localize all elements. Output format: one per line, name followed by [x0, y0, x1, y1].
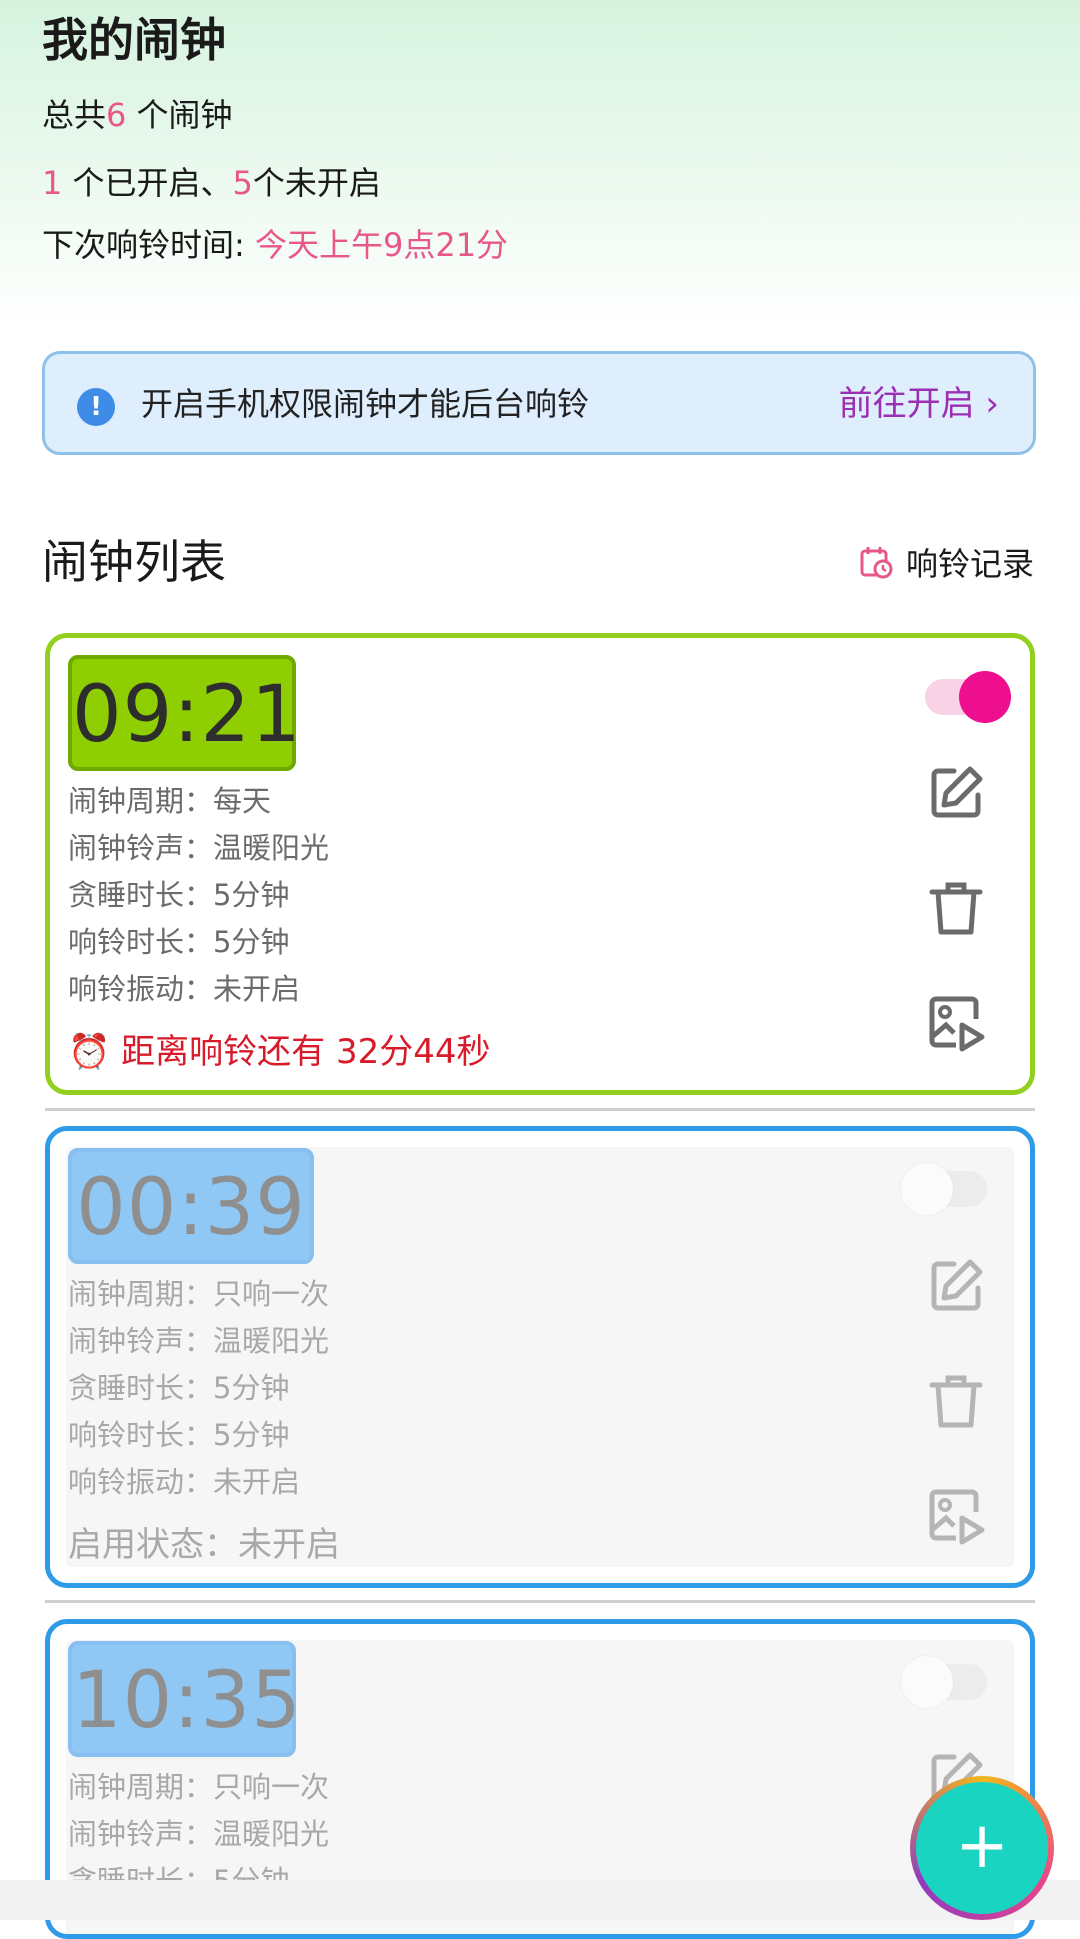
- alarm-vibration: 响铃振动：未开启: [68, 1465, 301, 1499]
- edit-icon[interactable]: [926, 763, 986, 823]
- total-summary: 总共6 个闹钟: [42, 96, 233, 134]
- bottom-edge: [0, 1880, 1080, 1920]
- alarm-countdown: ⏰ 距离响铃还有 32分44秒: [68, 1032, 491, 1072]
- off-count: 5: [232, 164, 253, 202]
- trash-icon[interactable]: [926, 878, 986, 938]
- alarm-time: 00:39: [68, 1148, 314, 1264]
- enabled-summary: 1 个已开启、5个未开启: [42, 164, 381, 202]
- alarm-duration: 响铃时长：5分钟: [68, 1418, 290, 1452]
- card-divider: [45, 1108, 1035, 1111]
- alarm-duration: 响铃时长：5分钟: [68, 925, 290, 959]
- alarm-period: 闹钟周期：只响一次: [68, 1277, 330, 1311]
- alarm-period: 闹钟周期：每天: [68, 784, 272, 818]
- alarm-time: 10:35: [68, 1641, 301, 1757]
- edit-icon[interactable]: [926, 1256, 986, 1316]
- alarm-snooze: 贪睡时长：5分钟: [68, 1371, 290, 1405]
- alarm-clock-icon: ⏰: [68, 1032, 111, 1072]
- alarm-card[interactable]: 09:21 闹钟周期：每天 闹钟铃声：温暖阳光 贪睡时长：5分钟 响铃时长：5分…: [45, 633, 1035, 1095]
- plus-icon: +: [916, 1782, 1048, 1914]
- go-enable-link[interactable]: 前往开启 ›: [839, 380, 999, 428]
- alarm-toggle[interactable]: [901, 1650, 993, 1708]
- ring-history-label: 响铃记录: [906, 545, 1035, 583]
- alarm-card[interactable]: 00:39 闹钟周期：只响一次 闹钟铃声：温暖阳光 贪睡时长：5分钟 响铃时长：…: [45, 1126, 1035, 1588]
- alarm-vibration: 响铃振动：未开启: [68, 972, 301, 1006]
- permission-banner[interactable]: ! 开启手机权限闹钟才能后台响铃 前往开启 ›: [42, 351, 1036, 455]
- alarm-ringtone: 闹钟铃声：温暖阳光: [68, 831, 330, 865]
- image-play-icon[interactable]: [926, 993, 986, 1053]
- card-divider: [45, 1600, 1035, 1603]
- next-ring-time: 今天上午9点21分: [254, 226, 509, 264]
- alarm-state: 启用状态：未开启: [68, 1525, 340, 1565]
- alarm-list-title: 闹钟列表: [42, 535, 226, 589]
- calendar-clock-icon: [860, 547, 893, 579]
- alarm-toggle[interactable]: [901, 1157, 993, 1215]
- page-title: 我的闹钟: [42, 13, 226, 67]
- alarm-time: 09:21: [68, 655, 301, 771]
- exclamation-icon: !: [77, 388, 115, 426]
- next-ring-summary: 下次响铃时间: 今天上午9点21分: [42, 226, 509, 264]
- add-alarm-button[interactable]: +: [910, 1776, 1054, 1920]
- ring-history-button[interactable]: 响铃记录: [858, 538, 1034, 586]
- alarm-ringtone: 闹钟铃声：温暖阳光: [68, 1817, 330, 1851]
- on-count: 1: [42, 164, 63, 202]
- banner-text: 开启手机权限闹钟才能后台响铃: [141, 385, 590, 423]
- trash-icon[interactable]: [926, 1371, 986, 1431]
- total-count: 6: [106, 96, 127, 134]
- alarm-period: 闹钟周期：只响一次: [68, 1770, 330, 1804]
- alarm-toggle[interactable]: [919, 665, 1011, 723]
- alarm-snooze: 贪睡时长：5分钟: [68, 878, 290, 912]
- alarm-ringtone: 闹钟铃声：温暖阳光: [68, 1324, 330, 1358]
- image-play-icon[interactable]: [926, 1486, 986, 1546]
